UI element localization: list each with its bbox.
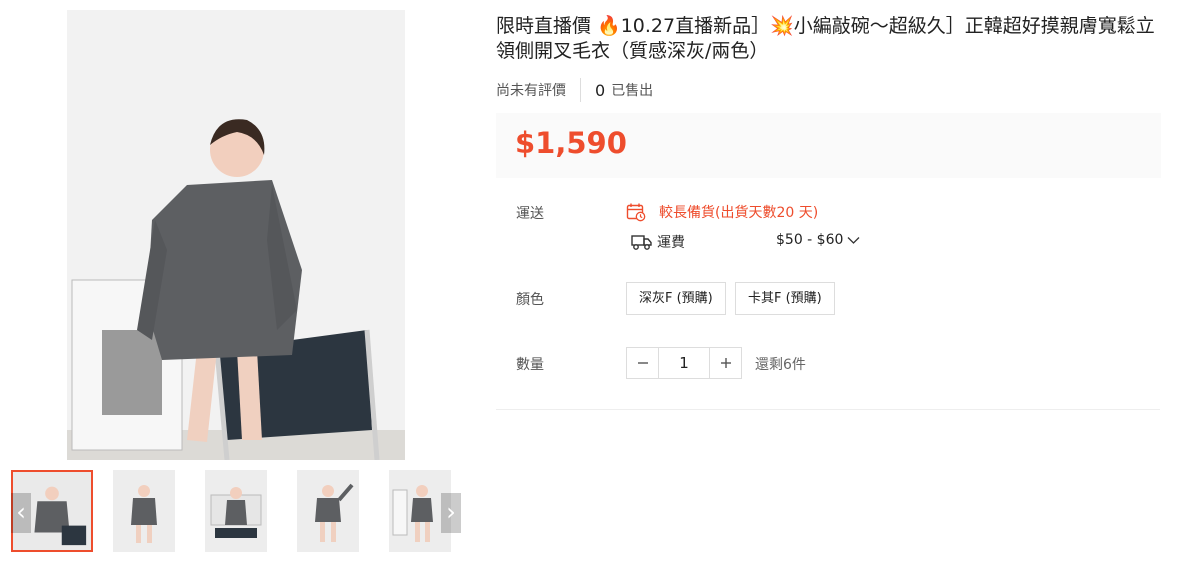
preorder-notice: 較長備貨(出貨天數20 天) xyxy=(626,202,818,222)
sold-label: 已售出 xyxy=(611,83,654,99)
minus-icon xyxy=(637,362,648,364)
thumbnail-2[interactable] xyxy=(113,470,175,552)
price-section: $1,590 xyxy=(496,113,1161,178)
main-product-image[interactable] xyxy=(67,10,405,460)
rating-status[interactable]: 尚未有評價 xyxy=(496,80,566,100)
stock-remaining: 還剩6件 xyxy=(755,357,806,373)
truck-icon xyxy=(631,235,652,250)
price: $1,590 xyxy=(515,126,627,160)
shipping-label: 運送 xyxy=(516,206,544,222)
color-option-khaki[interactable]: 卡其F (預購) xyxy=(735,282,835,315)
color-option-dark-gray[interactable]: 深灰F (預購) xyxy=(626,282,726,315)
quantity-stepper: 1 xyxy=(626,347,742,379)
calendar-clock-icon xyxy=(626,203,646,222)
ratings-row: 尚未有評價 0 已售出 xyxy=(496,78,653,102)
quantity-input[interactable]: 1 xyxy=(658,348,710,378)
increase-quantity-button[interactable] xyxy=(710,348,741,378)
thumbnail-strip: ‹ › xyxy=(11,470,461,552)
sold-count: 0 xyxy=(595,80,606,100)
thumbnail-4[interactable] xyxy=(297,470,359,552)
decrease-quantity-button[interactable] xyxy=(627,348,658,378)
shipping-fee-dropdown[interactable]: $50 - $60 xyxy=(776,232,860,248)
thumbnail-next-arrow-icon[interactable]: › xyxy=(441,493,461,533)
color-label: 顏色 xyxy=(516,292,544,308)
thumbnail-3[interactable] xyxy=(205,470,267,552)
chevron-down-icon xyxy=(847,236,860,244)
thumbnail-prev-arrow-icon[interactable]: ‹ xyxy=(11,493,31,533)
preorder-text: 較長備貨(出貨天數20 天) xyxy=(659,205,819,221)
shipping-fee-range: $50 - $60 xyxy=(776,232,844,248)
product-title: 限時直播價 🔥10.27直播新品］💥小編敲碗〜超級久］正韓超好摸親膚寬鬆立領側開… xyxy=(496,15,1155,62)
section-divider xyxy=(496,409,1160,410)
quantity-label: 數量 xyxy=(516,357,544,373)
shipping-fee-label: 運費 xyxy=(657,235,685,251)
shipping-fee: 運費 xyxy=(631,232,685,252)
divider xyxy=(580,78,581,102)
plus-icon xyxy=(720,358,731,368)
